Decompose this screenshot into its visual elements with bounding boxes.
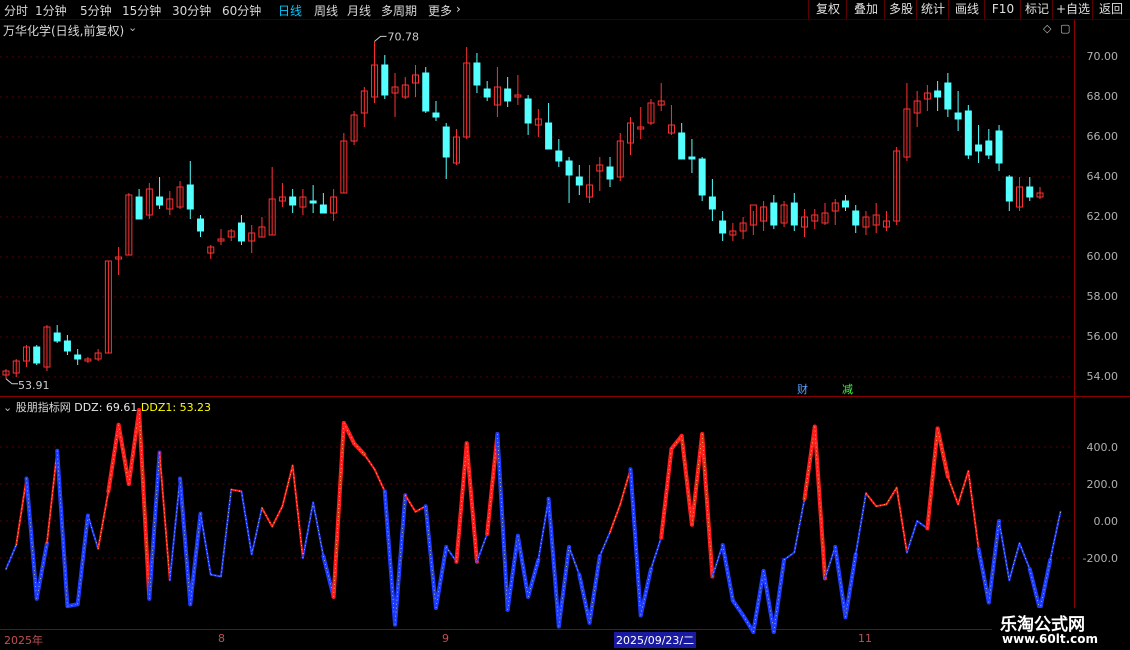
candle-body bbox=[708, 196, 716, 210]
candle-body bbox=[33, 346, 41, 364]
candle-body bbox=[135, 196, 143, 220]
ddz-segment bbox=[260, 507, 274, 528]
ddz-segment bbox=[45, 449, 59, 545]
ddz-segment bbox=[505, 533, 520, 612]
ddz-segment bbox=[957, 470, 970, 506]
ddz1-segment bbox=[712, 544, 723, 577]
candle-body bbox=[790, 202, 798, 226]
candle-body bbox=[186, 184, 194, 210]
candle-body bbox=[852, 210, 860, 226]
candle-body bbox=[309, 200, 317, 204]
ddz1-segment bbox=[824, 546, 836, 579]
ddz-segment bbox=[485, 432, 500, 536]
candle-body bbox=[53, 332, 61, 342]
candle-body bbox=[944, 82, 952, 110]
ddz-segment bbox=[341, 420, 357, 446]
candle-body bbox=[197, 218, 205, 232]
ddz-segment bbox=[86, 514, 100, 550]
ddz-segment bbox=[967, 470, 980, 550]
high-marker-label: 70.78 bbox=[388, 30, 420, 43]
ddz-segment bbox=[15, 477, 28, 547]
candle-body bbox=[606, 166, 614, 180]
ddz-segment bbox=[464, 441, 479, 564]
candle-body bbox=[770, 202, 778, 226]
candle-body bbox=[985, 140, 993, 156]
candle-body bbox=[954, 112, 962, 120]
candle-body bbox=[319, 204, 327, 214]
ddz-segment bbox=[106, 422, 121, 494]
candle-body bbox=[432, 112, 440, 118]
low-marker-line bbox=[5, 378, 18, 385]
candle-body bbox=[524, 98, 532, 124]
ddz1-segment bbox=[650, 537, 662, 570]
candle-body bbox=[841, 200, 849, 208]
candle-body bbox=[504, 88, 512, 102]
candle-body bbox=[575, 176, 583, 186]
candle-body bbox=[688, 156, 696, 160]
ddz-segment bbox=[240, 490, 253, 556]
ddz-segment bbox=[843, 552, 858, 620]
candle-body bbox=[719, 220, 727, 234]
ddz-segment bbox=[178, 476, 193, 607]
candle-body bbox=[934, 90, 942, 98]
ddz-segment bbox=[188, 511, 203, 607]
ddz-segment bbox=[291, 464, 304, 559]
candle-body bbox=[995, 130, 1003, 164]
candle-body bbox=[555, 150, 563, 162]
ddz-segment bbox=[700, 432, 715, 579]
watermark-url: www.60lt.com bbox=[1002, 632, 1099, 646]
candle-body bbox=[1026, 186, 1034, 198]
candle-body bbox=[975, 144, 983, 152]
candle-body bbox=[678, 132, 686, 160]
candle-body bbox=[473, 62, 481, 86]
chart-canvas[interactable]: 70.78 53.91 bbox=[0, 0, 1130, 650]
watermark: 乐淘公式网 www.60lt.com bbox=[992, 608, 1130, 650]
ddz-segment bbox=[1038, 557, 1053, 612]
ddz-segment bbox=[271, 505, 284, 528]
candle-body bbox=[964, 110, 972, 156]
candle-body bbox=[237, 222, 245, 242]
ddz-segment bbox=[598, 531, 612, 558]
candle-body bbox=[442, 126, 450, 158]
ddz-segment bbox=[168, 477, 182, 582]
candle-body bbox=[565, 160, 573, 176]
ddz-segment bbox=[5, 544, 18, 571]
ddz-segment bbox=[219, 488, 233, 578]
candle-body bbox=[483, 88, 491, 98]
ddz-segment bbox=[454, 441, 469, 564]
candle-body bbox=[698, 158, 706, 196]
high-marker-line bbox=[374, 35, 387, 42]
ddz-segment bbox=[925, 426, 940, 531]
ddz-segment bbox=[423, 504, 438, 610]
candle-body bbox=[422, 72, 430, 112]
ddz1-segment bbox=[906, 520, 918, 553]
candle-body bbox=[381, 64, 389, 96]
candle-body bbox=[156, 196, 164, 206]
low-marker-label: 53.91 bbox=[18, 379, 50, 392]
ddz-segment bbox=[587, 554, 602, 625]
candle-body bbox=[63, 340, 71, 352]
ddz-segment bbox=[998, 520, 1011, 582]
ddz-segment bbox=[783, 551, 796, 561]
ddz-segment bbox=[689, 432, 705, 527]
ddz1-segment bbox=[558, 546, 570, 627]
candle-body bbox=[74, 354, 82, 360]
candle-body bbox=[545, 122, 553, 150]
candle-body bbox=[1005, 176, 1013, 202]
candle-body bbox=[289, 196, 297, 206]
